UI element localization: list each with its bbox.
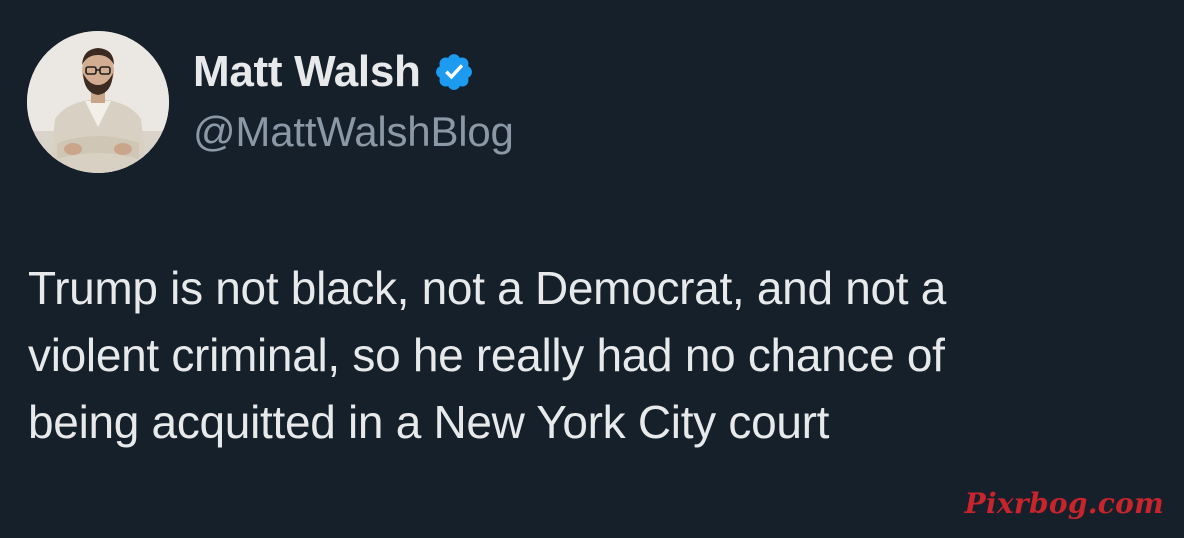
display-name[interactable]: Matt Walsh (193, 44, 421, 100)
tweet-text-line: being acquitted in a New York City court (28, 396, 830, 448)
avatar-image (27, 31, 169, 173)
avatar[interactable] (27, 31, 169, 173)
tweet-text-line: Trump is not black, not a Democrat, and … (28, 262, 947, 314)
author-name-row: Matt Walsh (193, 44, 475, 100)
tweet-text-line: violent criminal, so he really had no ch… (28, 329, 945, 381)
verified-badge-icon[interactable] (433, 51, 475, 93)
tweet-card: Matt Walsh @MattWalshBlog Trump is not b… (0, 0, 1184, 538)
tweet-text: Trump is not black, not a Democrat, and … (28, 255, 1168, 456)
author-handle[interactable]: @MattWalshBlog (193, 106, 514, 158)
watermark: Pixrbog.com (964, 487, 1164, 520)
